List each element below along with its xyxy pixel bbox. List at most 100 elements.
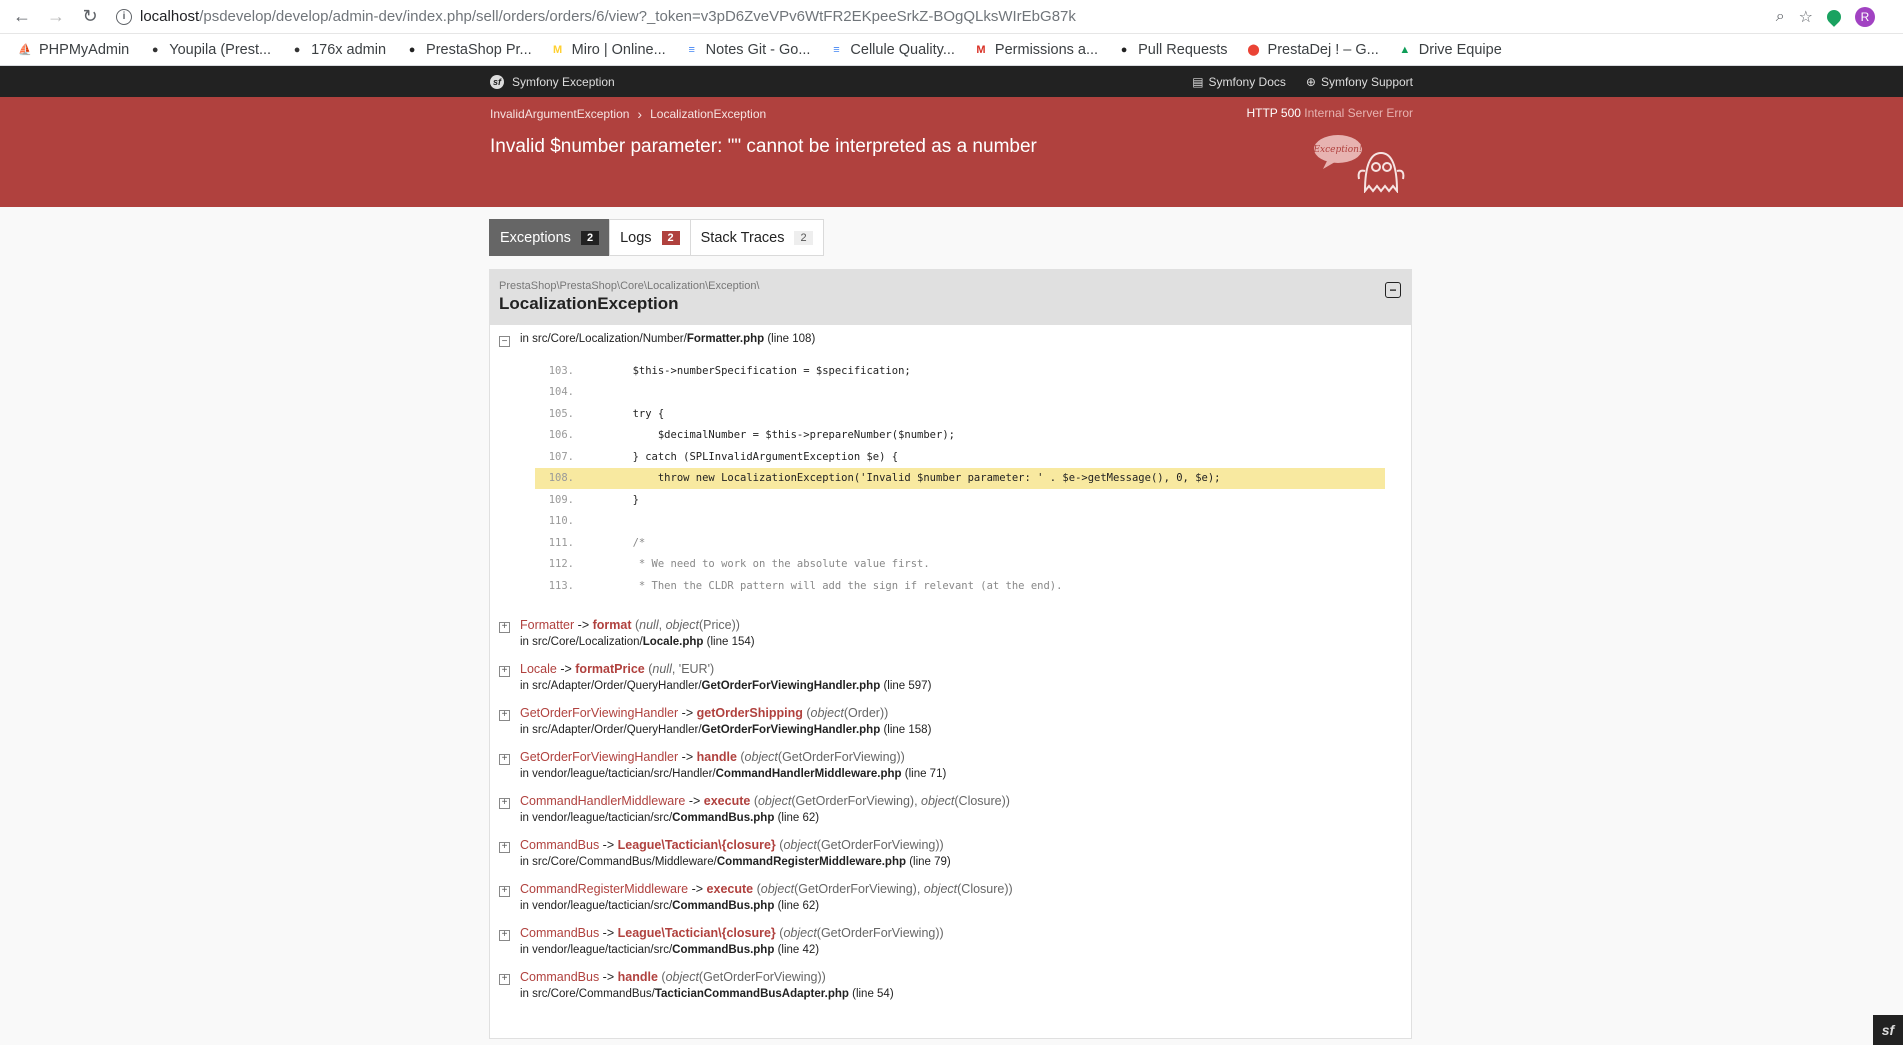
trace-item: + GetOrderForViewingHandler -> getOrderSh… xyxy=(499,705,1402,739)
bookmark-item[interactable]: ⬤ PrestaDej ! – G... xyxy=(1237,42,1388,58)
file-name: TacticianCommandBusAdapter.php xyxy=(654,987,849,1000)
minus-icon[interactable]: − xyxy=(499,336,510,347)
arg-part: (GetOrderForViewing), xyxy=(791,793,922,808)
extension-icon[interactable] xyxy=(1824,6,1844,27)
trace-call: CommandBus -> League\Tactician\{closure}… xyxy=(520,925,944,942)
bookmark-item[interactable]: ▲ Drive Equipe xyxy=(1388,42,1511,58)
file-line-number: (line 62) xyxy=(777,899,820,912)
trace-file: in src/Core/Localization/Number/Formatte… xyxy=(520,331,815,348)
bookmark-item[interactable]: ● 176x admin xyxy=(280,42,395,58)
ghost-text: Exception! xyxy=(1313,145,1363,155)
profile-avatar[interactable]: R xyxy=(1855,6,1875,27)
bookmark-item[interactable]: ● PrestaShop Pr... xyxy=(395,42,541,58)
bookmark-label: PrestaDej ! – G... xyxy=(1267,41,1379,58)
exception-panel: PrestaShop\PrestaShop\Core\Localization\… xyxy=(489,269,1412,1039)
plus-icon[interactable]: + xyxy=(499,973,510,985)
prestashop-icon: ● xyxy=(151,43,159,56)
arg-part: null xyxy=(639,617,659,632)
file-line-number: (line 597) xyxy=(883,679,932,692)
breadcrumb-item: LocalizationException xyxy=(650,107,767,121)
plus-icon[interactable]: + xyxy=(499,797,510,809)
symfony-brand: Symfony Exception xyxy=(512,74,615,89)
plus-icon[interactable]: + xyxy=(499,621,510,633)
breadcrumb-item: InvalidArgumentException xyxy=(490,107,630,121)
plus-icon[interactable]: + xyxy=(499,665,510,677)
bookmark-item[interactable]: ● Youpila (Prest... xyxy=(138,42,280,58)
bookmark-item[interactable]: ● Pull Requests xyxy=(1107,42,1236,58)
plus-icon[interactable]: + xyxy=(499,709,510,721)
trace-class: CommandBus xyxy=(520,925,600,940)
arg-part: null xyxy=(652,661,672,676)
trace-file: in vendor/league/tactician/src/CommandBu… xyxy=(520,898,1013,915)
trace-function: format xyxy=(592,617,632,632)
arrow-operator: -> xyxy=(599,969,618,984)
symfony-header: sf Symfony Exception ▤ Symfony Docs ⊕ Symf… xyxy=(0,66,1903,97)
arg-part: , xyxy=(658,617,666,632)
line-number: 105. xyxy=(548,407,574,420)
line-source: throw new LocalizationException('Invalid… xyxy=(582,472,1221,485)
stack-trace: − in src/Core/Localization/Number/Format… xyxy=(490,325,1411,1003)
back-arrow-icon[interactable]: ← xyxy=(8,3,36,31)
bookmark-item[interactable]: M Miro | Online... xyxy=(541,42,675,58)
symfony-support-link[interactable]: ⊕ Symfony Support xyxy=(1306,75,1413,89)
arrow-operator: -> xyxy=(599,837,618,852)
address-bar[interactable]: i localhost/psdevelop/develop/admin-dev/… xyxy=(110,3,1770,31)
bookmark-item[interactable]: ≡ Cellule Quality... xyxy=(819,42,964,58)
file-prefix: in src/Adapter/Order/QueryHandler/ xyxy=(520,723,702,736)
plus-icon[interactable]: + xyxy=(499,929,510,941)
bookmark-item[interactable]: ⛵ PHPMyAdmin xyxy=(8,42,138,58)
line-source: } xyxy=(582,493,639,506)
line-number: 103. xyxy=(548,364,574,377)
file-prefix: in vendor/league/tactician/src/ xyxy=(520,943,673,956)
arg-part: object xyxy=(760,881,795,896)
symfony-docs-link[interactable]: ▤ Symfony Docs xyxy=(1192,75,1286,89)
arg-part: object xyxy=(810,705,844,720)
bookmark-label: Drive Equipe xyxy=(1418,41,1502,58)
arg-part: (Order) xyxy=(843,705,885,720)
symfony-docs-label: Symfony Docs xyxy=(1208,74,1286,89)
file-name: CommandBus.php xyxy=(672,811,775,824)
line-number: 109. xyxy=(548,493,574,506)
tab-stack-traces[interactable]: Stack Traces 2 xyxy=(689,219,824,256)
trace-call: Formatter -> format (null, object(Price)… xyxy=(520,617,755,634)
plus-icon[interactable]: + xyxy=(499,885,510,897)
reload-icon[interactable]: ↻ xyxy=(76,3,104,31)
collapse-toggle-icon[interactable]: − xyxy=(1385,282,1401,298)
arg-part: , 'EUR' xyxy=(671,661,710,676)
code-line: 104. xyxy=(535,382,1402,404)
browser-toolbar: ← → ↻ i localhost/psdevelop/develop/admi… xyxy=(0,0,1903,34)
exception-breadcrumb: InvalidArgumentException › LocalizationE… xyxy=(490,106,766,122)
github-icon: ● xyxy=(1120,43,1128,56)
bookmark-label: Miro | Online... xyxy=(571,41,666,58)
code-line: 110. xyxy=(535,511,1402,533)
bookmark-label: 176x admin xyxy=(311,41,387,58)
trace-call: GetOrderForViewingHandler -> getOrderShi… xyxy=(520,705,931,722)
trace-class: GetOrderForViewingHandler xyxy=(520,749,679,764)
bookmark-item[interactable]: ≡ Notes Git - Go... xyxy=(675,42,820,58)
plus-icon[interactable]: + xyxy=(499,841,510,853)
forward-arrow-icon[interactable]: → xyxy=(42,3,70,31)
code-line: 105. try { xyxy=(535,403,1402,425)
file-name: Locale.php xyxy=(642,635,704,648)
plus-icon[interactable]: + xyxy=(499,753,510,765)
file-prefix: in src/Core/Localization/Number/ xyxy=(520,333,687,345)
bookmark-label: Youpila (Prest... xyxy=(169,41,272,58)
symfony-toolbar-icon[interactable]: sf xyxy=(1873,1015,1903,1045)
arrow-operator: -> xyxy=(678,749,697,764)
file-line-number: (line 54) xyxy=(852,987,894,1000)
http-text: Internal Server Error xyxy=(1304,106,1413,120)
url-path: /psdevelop/develop/admin-dev/index.php/s… xyxy=(199,8,1076,25)
http-code: HTTP 500 xyxy=(1246,106,1301,120)
trace-args: (object(GetOrderForViewing), object(Clos… xyxy=(753,881,1013,896)
zoom-icon[interactable]: ⌕ xyxy=(1776,8,1785,26)
trace-item-expanded: − in src/Core/Localization/Number/Format… xyxy=(499,331,1402,348)
trace-args: (null, 'EUR') xyxy=(644,661,715,676)
tab-logs[interactable]: Logs 2 xyxy=(609,219,691,256)
tab-exceptions[interactable]: Exceptions 2 xyxy=(489,219,611,256)
star-icon[interactable]: ☆ xyxy=(1799,7,1813,27)
arg-part: object xyxy=(923,881,958,896)
bookmark-item[interactable]: M Permissions a... xyxy=(964,42,1107,58)
trace-args: (object(GetOrderForViewing)) xyxy=(736,749,905,764)
site-info-icon[interactable]: i xyxy=(116,8,132,25)
tab-label: Logs xyxy=(620,229,652,246)
